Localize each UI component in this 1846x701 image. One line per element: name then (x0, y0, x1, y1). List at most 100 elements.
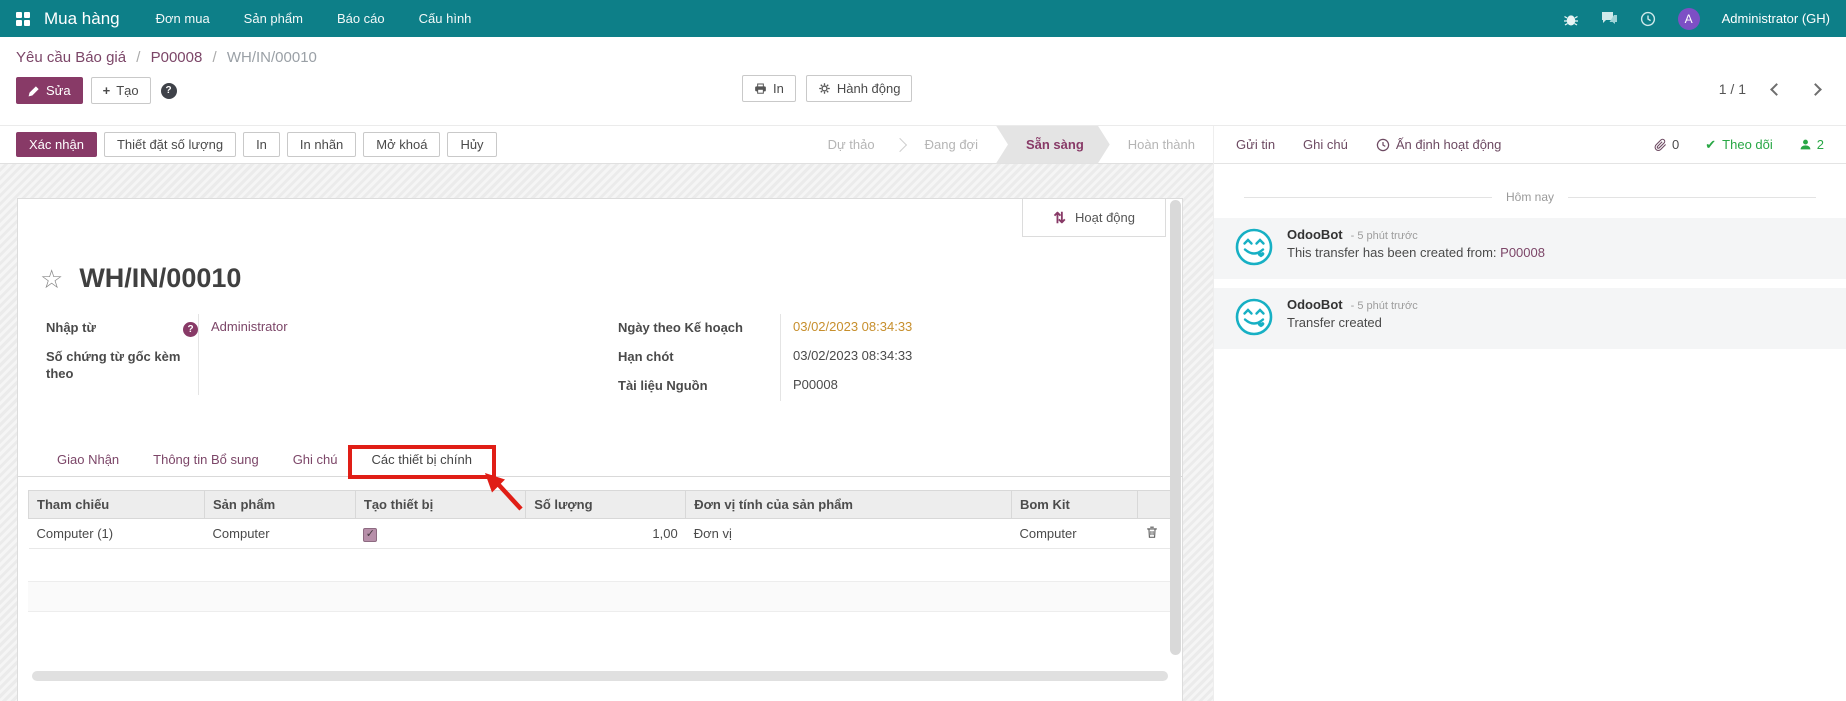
message-link[interactable]: P00008 (1500, 245, 1545, 260)
col-header-reference[interactable]: Tham chiếu (27, 490, 206, 519)
attachments-button[interactable]: 0 (1654, 137, 1679, 152)
cell-uom[interactable]: Đơn vị (685, 518, 1012, 549)
send-message-button[interactable]: Gửi tin (1236, 137, 1275, 152)
unlock-button[interactable]: Mở khoá (363, 132, 441, 157)
empty-list-row (28, 582, 1172, 612)
field-label-deadline: Hạn chót (618, 349, 674, 364)
vertical-scrollbar[interactable] (1170, 200, 1181, 655)
message-author[interactable]: OdooBot (1287, 297, 1343, 312)
tab-main-devices[interactable]: Các thiết bị chính (347, 443, 523, 511)
stage-draft[interactable]: Dự thảo (810, 126, 893, 164)
message: OdooBot - 5 phút trước Transfer created (1214, 288, 1846, 349)
field-value-deadline[interactable]: 03/02/2023 08:34:33 (780, 343, 1154, 372)
pager-counter: 1 / 1 (1718, 81, 1746, 97)
breadcrumb-p00008[interactable]: P00008 (151, 49, 203, 66)
gear-icon (819, 83, 830, 94)
message-body: Transfer created (1287, 315, 1382, 330)
col-header-quantity[interactable]: Số lượng (525, 490, 687, 519)
col-header-product[interactable]: Sản phẩm (204, 490, 356, 519)
field-group-right: Ngày theo Kế hoạch 03/02/2023 08:34:33 H… (618, 314, 1154, 401)
followers-button[interactable]: 2 (1799, 137, 1824, 152)
set-quantities-button[interactable]: Thiết đặt số lượng (103, 132, 237, 157)
cell-product[interactable]: Computer (204, 518, 356, 549)
validate-button[interactable]: Xác nhận (16, 132, 97, 157)
log-note-button[interactable]: Ghi chú (1303, 137, 1348, 152)
table-row[interactable]: Computer (1) Computer ✓ 1,00 Đơn vị Comp… (28, 518, 1172, 549)
notebook-tabs: Giao Nhận Thông tin Bổ sung Ghi chú Các … (18, 443, 1182, 511)
breadcrumb-rfq[interactable]: Yêu cầu Báo giá (16, 49, 126, 66)
action-button[interactable]: Hành động (805, 75, 913, 102)
print-picking-button[interactable]: In (243, 132, 280, 157)
empty-list-row (28, 549, 1172, 582)
activity-clock-icon[interactable] (1640, 11, 1656, 27)
messages-icon[interactable] (1601, 11, 1618, 26)
pager-next-icon[interactable] (1809, 82, 1822, 96)
cell-bom-kit[interactable]: Computer (1011, 518, 1138, 549)
stage-done[interactable]: Hoàn thành (1110, 126, 1213, 164)
clock-icon (1376, 138, 1390, 151)
user-name[interactable]: Administrator (GH) (1722, 11, 1830, 26)
follow-button[interactable]: ✔ Theo dõi (1705, 137, 1773, 153)
statusbar: Xác nhận Thiết đặt số lượng In In nhãn M… (0, 126, 1213, 164)
sort-arrows-icon: ⇅ (1053, 209, 1066, 227)
attachment-count: 0 (1672, 137, 1680, 152)
message-time: - 5 phút trước (1350, 230, 1418, 242)
field-value-scheduled-date[interactable]: 03/02/2023 08:34:33 (780, 314, 1154, 343)
col-header-uom[interactable]: Đơn vị tính của sản phẩm (685, 490, 1012, 519)
breadcrumb-current: WH/IN/00010 (226, 49, 317, 66)
document-title: WH/IN/00010 (79, 263, 242, 293)
cell-quantity[interactable]: 1,00 (525, 518, 686, 549)
menu-configuration[interactable]: Cấu hình (419, 11, 472, 26)
field-value-source-document[interactable]: P00008 (780, 372, 1154, 401)
create-button[interactable]: + Tạo (90, 77, 151, 104)
top-navbar: Mua hàng Đơn mua Sản phẩm Báo cáo Cấu hì… (0, 0, 1846, 37)
print-button[interactable]: In (742, 75, 796, 102)
field-label-source-document: Tài liệu Nguồn (618, 378, 708, 393)
question-icon: ? (160, 82, 177, 99)
control-panel: Yêu cầu Báo giá / P00008 / WH/IN/00010 S… (0, 37, 1846, 126)
col-header-create-device[interactable]: Tạo thiết bị (355, 490, 527, 519)
field-label-scheduled-date: Ngày theo Kế hoạch (618, 320, 743, 335)
tab-operations[interactable]: Giao Nhận (42, 443, 134, 477)
tab-note[interactable]: Ghi chú (278, 443, 353, 477)
horizontal-scrollbar[interactable] (32, 671, 1168, 681)
tab-additional-info[interactable]: Thông tin Bổ sung (138, 443, 274, 477)
paperclip-icon (1654, 138, 1667, 151)
cell-reference[interactable]: Computer (1) (28, 518, 205, 549)
activity-button[interactable]: ⇅ Hoạt động (1022, 199, 1166, 237)
menu-purchase-orders[interactable]: Đơn mua (156, 11, 210, 26)
follower-count: 2 (1816, 137, 1824, 152)
col-header-bom-kit[interactable]: Bom Kit (1011, 490, 1138, 519)
pencil-icon (28, 85, 39, 96)
favorite-star-icon[interactable]: ☆ (40, 266, 63, 292)
field-label-receive-from: Nhập từ (46, 320, 96, 335)
edit-button[interactable]: Sửa (16, 77, 83, 104)
delete-row-icon[interactable] (1145, 525, 1159, 542)
field-group-left: Nhập từ ? Administrator Số chứng từ gốc … (46, 314, 582, 401)
message-author[interactable]: OdooBot (1287, 227, 1343, 242)
field-label-origin-docs: Số chứng từ gốc kèm theo (46, 349, 181, 381)
field-help-icon[interactable]: ? (183, 322, 198, 337)
form-view: ⇅ Hoạt động ☆ WH/IN/00010 Nhập từ ? Admi… (0, 164, 1213, 701)
field-value-partner[interactable]: Administrator (198, 314, 582, 343)
devices-table: Tham chiếu Sản phẩm Tạo thiết bị Số lượn… (27, 490, 1173, 549)
message-time: - 5 phút trước (1350, 300, 1418, 312)
menu-products[interactable]: Sản phẩm (244, 11, 303, 26)
apps-grid-icon[interactable] (16, 11, 30, 26)
print-labels-button[interactable]: In nhãn (286, 132, 357, 157)
schedule-activity-button[interactable]: Ấn định hoạt động (1376, 137, 1501, 152)
app-brand[interactable]: Mua hàng (44, 9, 120, 29)
create-device-checkbox[interactable]: ✓ (363, 527, 378, 542)
menu-reports[interactable]: Báo cáo (337, 11, 385, 26)
field-value-origin-docs[interactable] (198, 343, 582, 395)
help-button[interactable]: ? (159, 79, 179, 103)
form-sheet: ⇅ Hoạt động ☆ WH/IN/00010 Nhập từ ? Admi… (17, 198, 1183, 701)
stage-ready[interactable]: Sẵn sàng (996, 126, 1110, 164)
pager-previous-icon[interactable] (1770, 82, 1783, 96)
stage-pipeline: Dự thảo Đang đợi Sẵn sàng Hoàn thành (810, 126, 1213, 164)
stage-waiting[interactable]: Đang đợi (907, 126, 996, 164)
user-avatar[interactable]: A (1677, 7, 1700, 30)
debug-bug-icon[interactable] (1563, 11, 1579, 27)
cancel-button[interactable]: Hủy (447, 132, 497, 157)
breadcrumb: Yêu cầu Báo giá / P00008 / WH/IN/00010 (16, 49, 317, 66)
